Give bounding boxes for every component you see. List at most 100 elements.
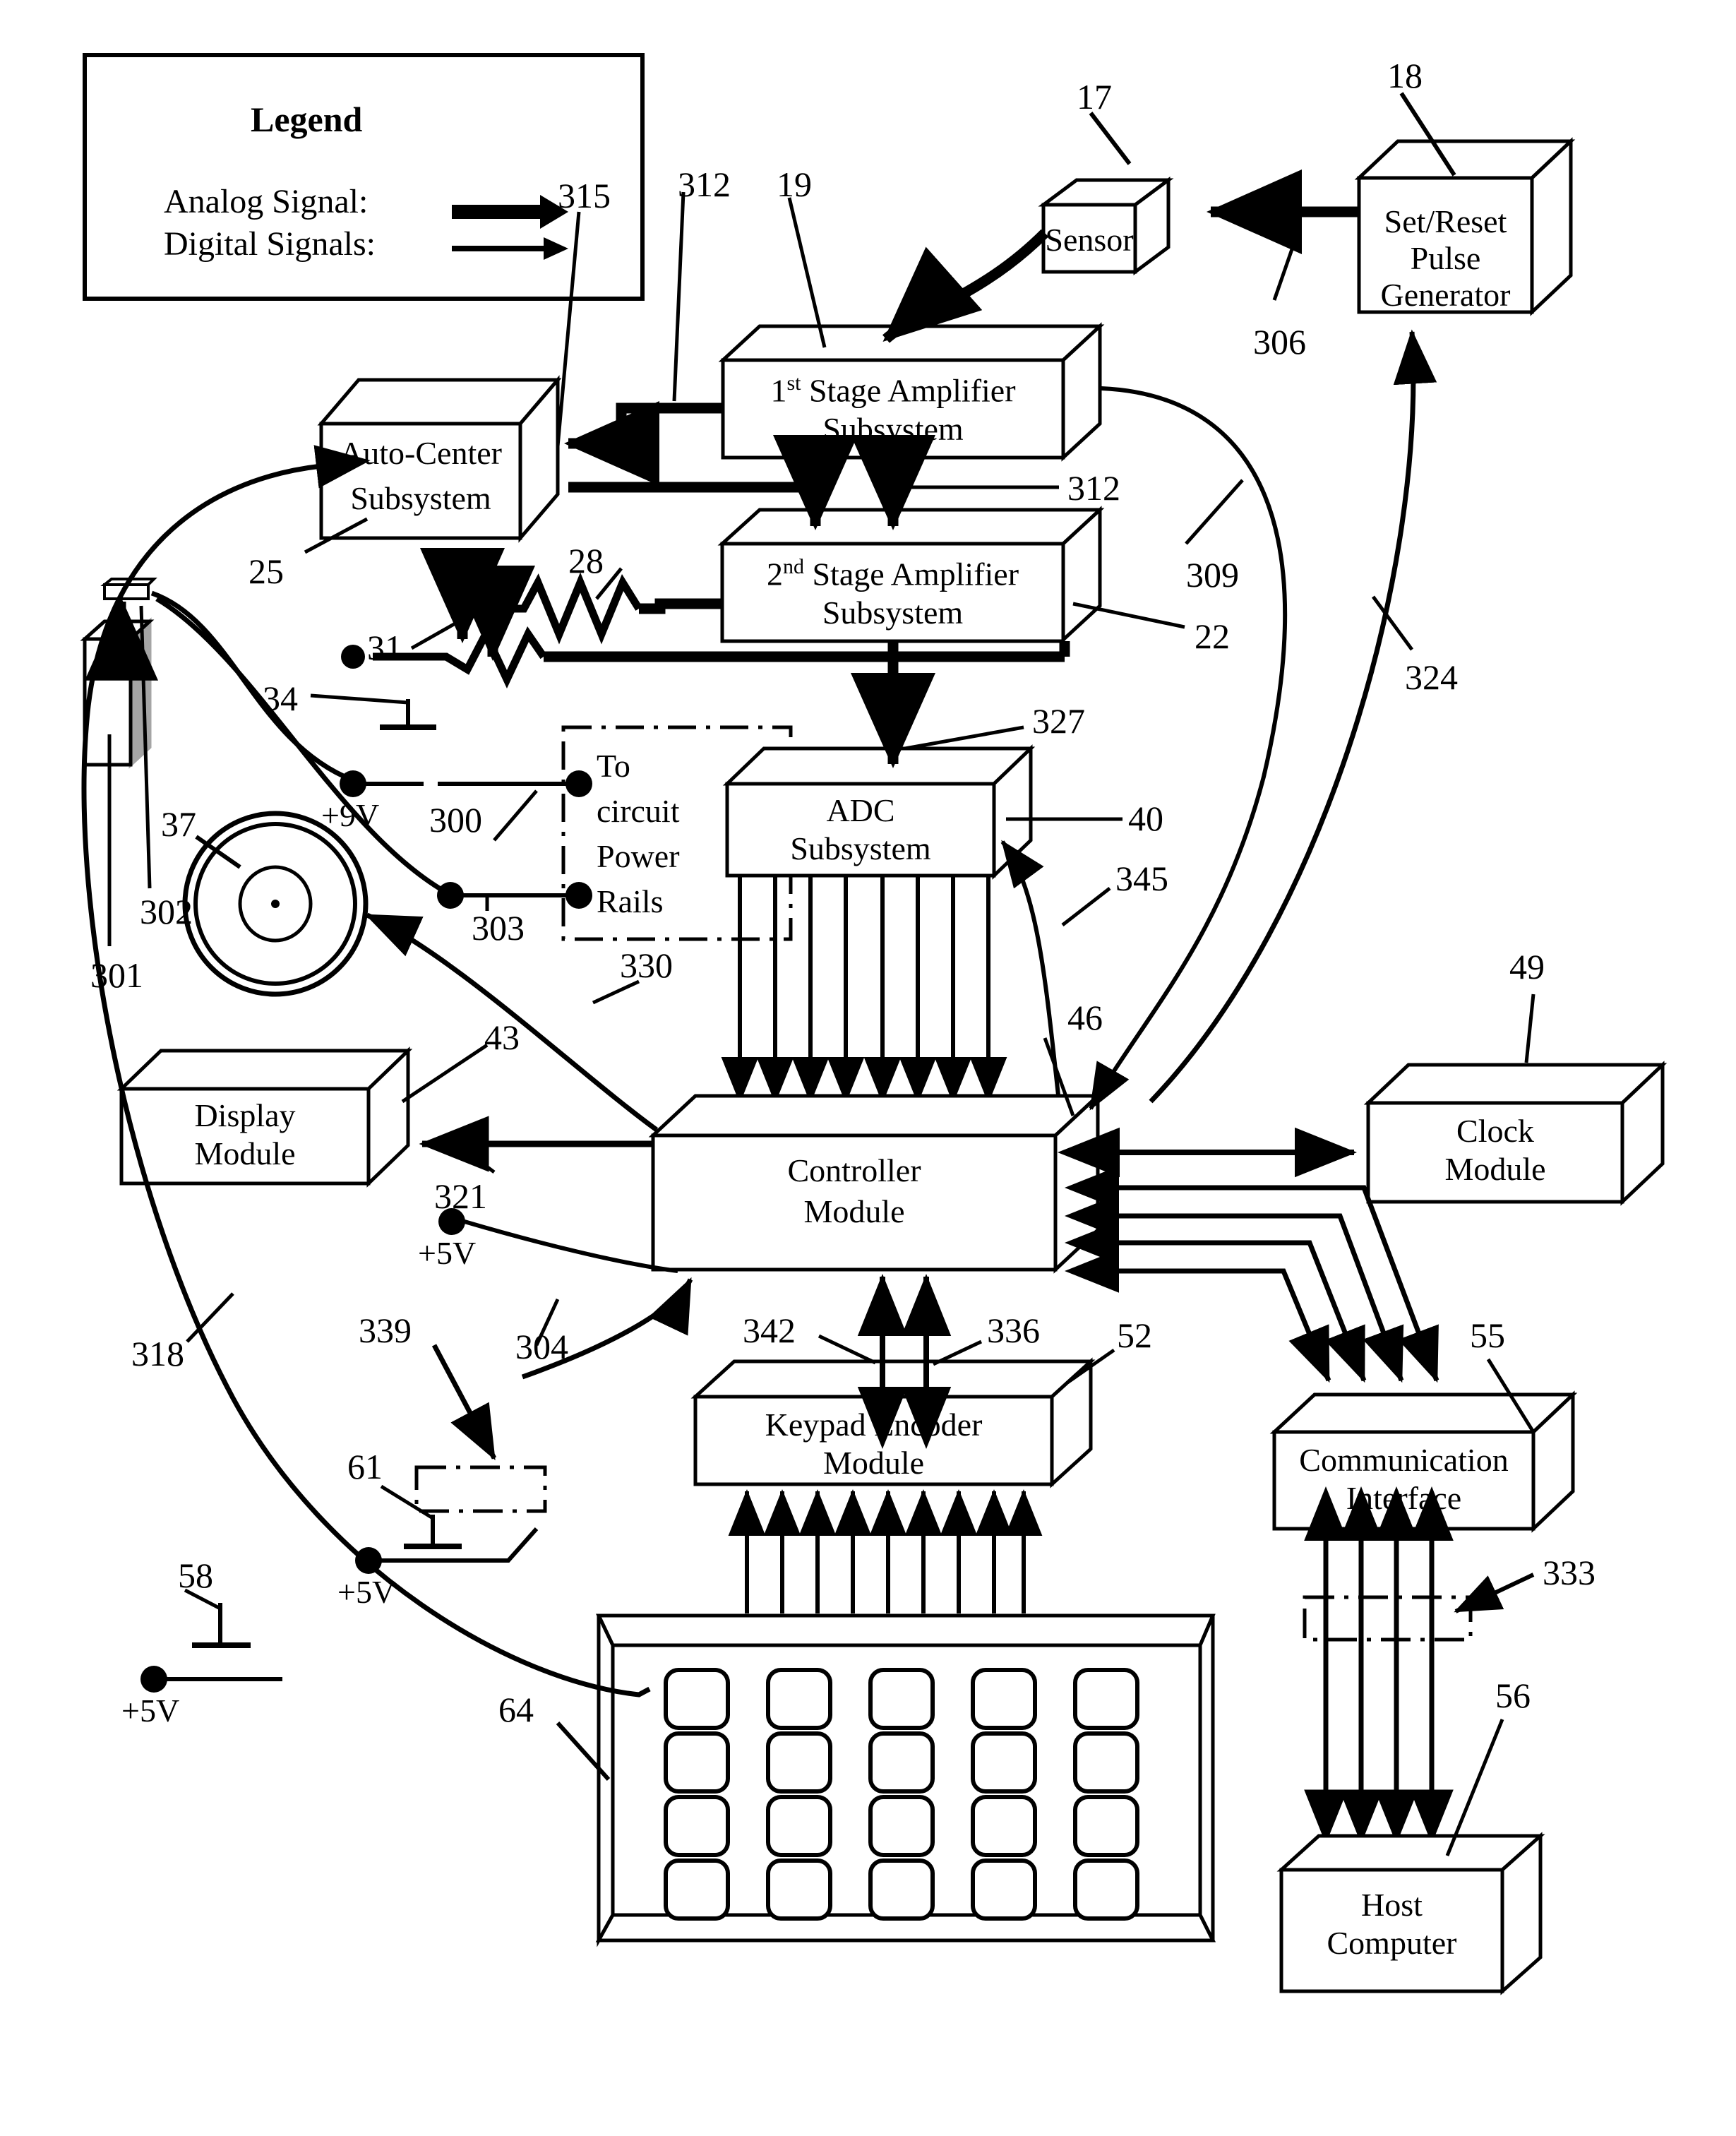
signal-315-amp1-to-autocenter [564,401,723,486]
ref-numeral-22: 22 [1195,616,1230,656]
host-computer-label-line2: Computer [1327,1925,1457,1961]
keypad-encoder-label-line1: Keypad Encoder [765,1407,983,1443]
sensor-label: Sensor [1045,222,1134,258]
supply-label-5v-b: +5V [337,1574,396,1610]
amp2-label-line2: Subsystem [822,595,964,631]
amp2-title-rest: Stage Amplifier [803,556,1019,592]
clock-label-line2: Module [1444,1151,1546,1187]
adc-label-line2: Subsystem [790,830,931,866]
supply-label-9v: +9V [321,797,380,833]
ref-31-leader [410,619,460,650]
ground-61 [404,1515,462,1549]
ref-339-leader [431,1344,497,1461]
adc-to-controller-bus [721,876,1007,1104]
ref-numeral-37: 37 [161,804,196,844]
dashed-marker-339 [414,1465,547,1513]
dashed-marker-333 [1303,1595,1473,1642]
host-computer-label-line1: Host [1361,1887,1423,1923]
display-label-line2: Module [194,1135,296,1171]
ref-numeral-301: 301 [90,955,143,995]
supply-5v-node-b [355,1547,382,1574]
amp1-ordinal-suffix: st [786,371,801,395]
ref-numeral-18: 18 [1387,56,1423,95]
ref-numeral-336: 336 [987,1311,1040,1350]
ref-342-leader [818,1334,877,1365]
ref-numeral-58: 58 [178,1556,213,1595]
resistor-28 [494,572,642,645]
keypad-to-encoder-bus [728,1489,1043,1613]
ref-321-leader [465,1150,496,1174]
amp1-title-rest: Stage Amplifier [801,372,1016,409]
ref-numeral-64: 64 [498,1690,534,1729]
ref-300-leader [493,789,538,842]
ref-numeral-333: 333 [1543,1553,1596,1592]
adc-label-line1: ADC [826,792,895,828]
ref-numeral-306: 306 [1253,322,1306,362]
autocenter-label-line1: Auto-Center [340,435,502,471]
ref-numeral-342: 342 [743,1311,796,1350]
signal-324-controller-to-pulsegen [1149,329,1437,1104]
legend-digital-label: Digital Signals: [164,225,376,263]
rail-node-top [565,770,592,797]
ref-numeral-304: 304 [515,1327,568,1366]
ref-numeral-52: 52 [1117,1315,1152,1355]
ref-numeral-339: 339 [359,1311,412,1350]
ref-43-leader [401,1043,489,1104]
keypad-encoder-label-line2: Module [822,1445,925,1481]
ref-numeral-312-a: 312 [678,165,731,204]
diagram-vector-layer [80,53,1668,1995]
comm-to-host-bus [1304,1486,1454,1844]
ref-345-leader [1061,887,1111,926]
ref-numeral-309: 309 [1186,555,1239,595]
ref-numeral-324: 324 [1405,657,1458,697]
pulsegen-label-line2: Pulse [1410,240,1481,276]
supply-label-5v-c: +5V [121,1693,180,1729]
ref-numeral-61: 61 [347,1447,383,1486]
ref-numeral-55: 55 [1470,1315,1505,1355]
ref-333-leader [1454,1573,1535,1613]
ref-numeral-300: 300 [429,800,482,840]
feedback-28-resistor-path [639,598,722,614]
ref-numeral-315: 315 [558,176,611,215]
ref-numeral-49: 49 [1509,947,1545,986]
ref-numeral-318: 318 [131,1334,184,1373]
ref-309-leader [1185,479,1244,545]
ref-numeral-327: 327 [1032,701,1085,741]
clock-label-line1: Clock [1456,1113,1534,1149]
ref-numeral-46: 46 [1067,998,1103,1037]
ref-numeral-17: 17 [1077,77,1112,117]
ref-312a-leader [672,191,686,402]
ref-numeral-345: 345 [1115,859,1168,898]
comm-interface-label-line1: Communication [1299,1442,1509,1478]
ground-58 [192,1603,251,1648]
controller-label-line2: Module [803,1193,905,1229]
ref-numeral-330: 330 [620,945,673,985]
amp2-ordinal: 2 [766,556,783,592]
ref-numeral-25: 25 [249,551,284,591]
ref-numeral-40: 40 [1128,799,1163,838]
ref-numeral-19: 19 [777,165,812,204]
ref-numeral-321: 321 [434,1176,487,1216]
legend-analog-label: Analog Signal: [164,183,369,220]
display-label-line1: Display [194,1097,296,1133]
ref-numeral-302: 302 [140,892,193,931]
comm-interface-label-line2: Interface [1346,1480,1462,1516]
ref-49-leader [1524,994,1536,1063]
ref-numeral-303: 303 [472,908,525,948]
ref-34-leader [310,693,409,705]
pulsegen-label-line3: Generator [1380,277,1511,313]
controller-to-comm-bus [1065,1166,1439,1383]
legend-title: Legend [251,100,363,139]
supply-5v-node-c [140,1666,167,1693]
supply-5v-wire-a [464,1219,678,1273]
battery-301 [80,617,155,769]
ref-numeral-31: 31 [367,628,402,667]
supply-label-5v-a: +5V [418,1235,477,1271]
amp1-label-line2: Subsystem [822,411,964,447]
ref-numeral-43: 43 [484,1018,520,1057]
disk-37 [182,811,369,997]
power-rails-note-line4: Rails [597,883,664,919]
power-rails-note-line1: To [597,748,630,784]
power-rails-note-line2: circuit [597,793,680,829]
patent-figure-canvas: Legend Analog Signal: Digital Signals: S… [0,0,1736,2136]
